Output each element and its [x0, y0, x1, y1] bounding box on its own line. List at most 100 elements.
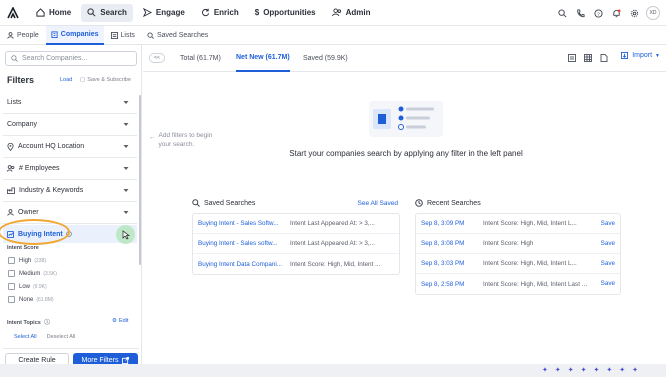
- intent-score-none-option[interactable]: None (61.8M): [8, 296, 54, 303]
- filters-title: Filters: [7, 75, 35, 85]
- saved-search-detail: Intent Last Appeared At: > 3,...: [290, 220, 375, 227]
- filter-account-hq-location[interactable]: Account HQ Location: [3, 136, 137, 158]
- collapse-arrows-icon: <<: [154, 55, 160, 61]
- highlight-ring-annotation: [0, 219, 70, 245]
- option-count: (9.9K): [33, 283, 47, 290]
- save-recent-search-button[interactable]: Save: [601, 220, 615, 227]
- intent-score-high-option[interactable]: High (238): [8, 257, 46, 264]
- star-icon: ✦: [619, 367, 626, 374]
- intent-score-low-option[interactable]: Low (9.9K): [8, 283, 47, 290]
- decorative-stars: ✦ ✦ ✦ ✦ ✦ ✦ ✦ ✦: [542, 366, 645, 374]
- tab-total[interactable]: Total (61.7M): [180, 45, 221, 72]
- checkbox[interactable]: [8, 257, 15, 264]
- saved-search-row[interactable]: Buying Intent Data Compani... Intent Sco…: [193, 254, 399, 274]
- chevron-down-icon: [123, 101, 129, 104]
- notification-bell-icon[interactable]: [608, 4, 624, 22]
- app-window: Home Search Engage Enrich $ Opportunitie…: [0, 0, 666, 364]
- chevron-down-icon: [123, 211, 129, 214]
- nav-search[interactable]: Search: [81, 3, 133, 22]
- save-recent-search-button[interactable]: Save: [601, 260, 615, 267]
- checkbox[interactable]: [8, 296, 15, 303]
- saved-search-row[interactable]: Buying Intent - Sales Softw... Intent La…: [193, 214, 399, 234]
- recent-search-row[interactable]: Sep 8, 3:08 PM Intent Score: High Save: [416, 234, 620, 254]
- apollo-logo-icon[interactable]: [2, 0, 24, 26]
- checkbox[interactable]: [8, 283, 15, 290]
- recent-search-row[interactable]: Sep 8, 3:09 PM Intent Score: High, Mid, …: [416, 214, 620, 234]
- saved-search-detail: Intent Score: High, Mid, Intent ...: [290, 260, 381, 268]
- global-search-icon[interactable]: [554, 4, 570, 22]
- cursor-arrow-icon: [122, 230, 131, 240]
- intent-score-label: Intent Score: [7, 245, 39, 251]
- import-button[interactable]: Import ▼: [621, 52, 660, 59]
- nav-engage[interactable]: Engage: [137, 4, 191, 22]
- nav-home[interactable]: Home: [30, 4, 77, 22]
- filter-lists[interactable]: Lists: [3, 92, 137, 114]
- more-filters-button[interactable]: More Filters: [73, 353, 138, 364]
- save-recent-search-button[interactable]: Save: [601, 280, 615, 287]
- recent-search-date[interactable]: Sep 8, 3:09 PM: [421, 220, 483, 227]
- chevron-down-icon: [123, 189, 129, 192]
- option-label: None: [19, 296, 34, 303]
- settings-gear-icon[interactable]: [626, 4, 642, 22]
- subnav-companies[interactable]: Companies: [45, 25, 104, 45]
- filter-industry-keywords[interactable]: Industry & Keywords: [3, 180, 137, 202]
- recent-search-detail: Intent Score: High, Mid, Intent L...: [483, 220, 577, 227]
- deselect-all-link[interactable]: Deselect All: [47, 334, 76, 340]
- people-icon: [331, 8, 341, 17]
- edit-topics-link[interactable]: ⚙ Edit: [112, 318, 128, 324]
- more-filters-label: More Filters: [81, 356, 119, 364]
- recent-search-date[interactable]: Sep 8, 3:08 PM: [421, 240, 483, 247]
- saved-search-name[interactable]: Buying Intent - Sales Softw...: [198, 220, 290, 227]
- saved-search-row[interactable]: Buying Intent - Sales softw... Intent La…: [193, 234, 399, 254]
- table-view-icon[interactable]: [584, 54, 592, 62]
- recent-search-detail: Intent Score: High: [483, 240, 534, 247]
- save-recent-search-button[interactable]: Save: [601, 240, 615, 247]
- refresh-icon: [201, 8, 209, 17]
- subnav-saved-searches[interactable]: Saved Searches: [142, 26, 213, 45]
- load-link[interactable]: Load: [60, 77, 72, 83]
- tab-total-label: Total (61.7M): [180, 55, 221, 62]
- tab-net-new[interactable]: Net New (61.7M): [236, 45, 290, 72]
- collapse-sidebar-button[interactable]: <<: [149, 53, 165, 63]
- select-all-link[interactable]: Select All: [14, 334, 37, 340]
- option-count: (238): [34, 257, 47, 264]
- nav-home-label: Home: [49, 8, 72, 17]
- recent-search-row[interactable]: Sep 8, 3:03 PM Intent Score: High, Mid, …: [416, 254, 620, 274]
- star-icon: ✦: [580, 367, 587, 374]
- sidebar-scrollbar[interactable]: [139, 95, 141, 265]
- nav-admin-label: Admin: [345, 8, 371, 17]
- companies-list-illustration-icon: [373, 106, 434, 130]
- tab-saved-label: Saved (59.9K): [303, 55, 348, 62]
- nav-enrich[interactable]: Enrich: [195, 4, 245, 22]
- document-icon[interactable]: [600, 54, 608, 62]
- create-rule-button[interactable]: Create Rule: [5, 353, 69, 364]
- checkbox[interactable]: [8, 270, 15, 277]
- filter-employees[interactable]: # Employees: [3, 158, 137, 180]
- intent-score-medium-option[interactable]: Medium (3.5K): [8, 270, 57, 277]
- recent-search-date[interactable]: Sep 8, 3:03 PM: [421, 260, 483, 267]
- user-avatar[interactable]: XD: [646, 6, 660, 20]
- search-companies-input[interactable]: Search Companies...: [5, 51, 137, 66]
- person-icon: [7, 31, 14, 39]
- recent-search-row[interactable]: Sep 8, 2:58 PM Intent Score: High, Mid, …: [416, 274, 620, 294]
- search-icon: [11, 55, 18, 62]
- recent-search-date[interactable]: Sep 8, 2:58 PM: [421, 281, 483, 288]
- nav-search-label: Search: [100, 8, 127, 17]
- nav-opportunities[interactable]: $ Opportunities: [249, 4, 322, 22]
- help-icon[interactable]: ?: [590, 4, 606, 22]
- phone-icon[interactable]: [572, 4, 588, 22]
- nav-admin[interactable]: Admin: [326, 4, 377, 22]
- star-icon: ✦: [542, 367, 548, 374]
- filter-lists-label: Lists: [7, 99, 22, 106]
- list-view-icon[interactable]: [568, 54, 576, 62]
- save-subscribe-button[interactable]: ▢ Save & Subscribe: [80, 77, 131, 83]
- subnav-lists[interactable]: Lists: [106, 26, 140, 45]
- filter-company[interactable]: Company: [3, 114, 137, 136]
- subnav-people[interactable]: People: [2, 26, 44, 45]
- saved-search-name[interactable]: Buying Intent - Sales softw...: [198, 240, 290, 247]
- sidebar-footer: Create Rule More Filters: [3, 348, 139, 364]
- see-all-saved-link[interactable]: See All Saved: [358, 200, 398, 207]
- chevron-down-icon: [123, 167, 129, 170]
- saved-search-name[interactable]: Buying Intent Data Compani...: [198, 261, 290, 268]
- tab-saved[interactable]: Saved (59.9K): [303, 45, 348, 72]
